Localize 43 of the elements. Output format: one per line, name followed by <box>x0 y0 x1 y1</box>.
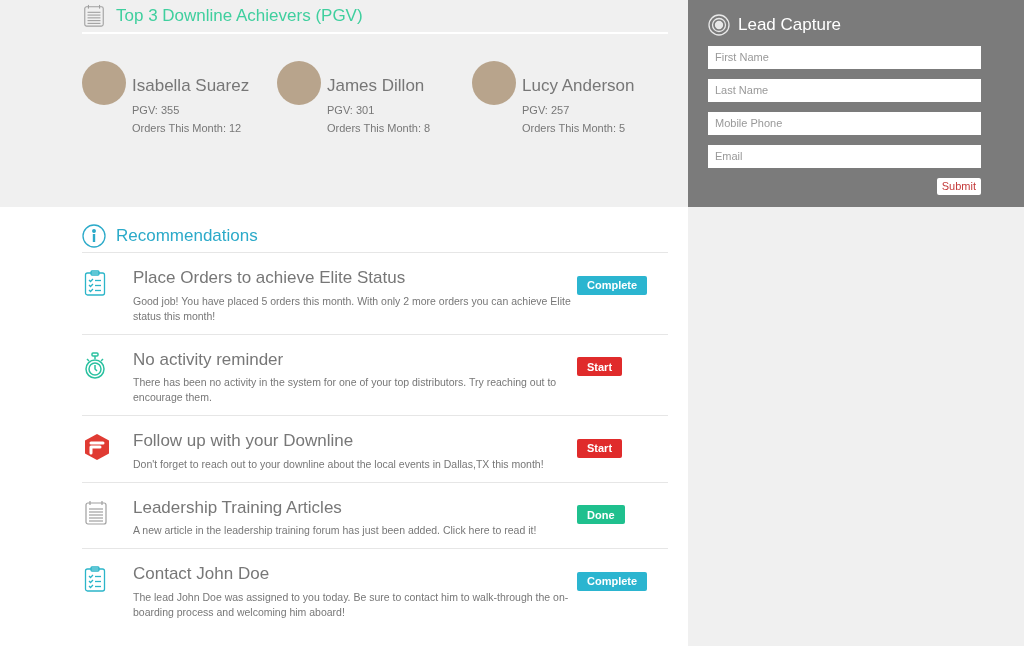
status-button[interactable]: Complete <box>577 275 648 295</box>
recommendation-text: There has been no activity in the system for one of your top distributors. Try reaching out to encourage them. <box>133 375 558 405</box>
input-field[interactable]: Email <box>708 144 981 168</box>
section-title: Recommendations <box>116 224 258 247</box>
input-field[interactable]: First Name <box>708 45 981 69</box>
info-icon <box>82 223 106 248</box>
recommendation-text: Good job! You have placed 5 orders this month. With only 2 more orders you can achieve Elite status this month! <box>133 293 572 324</box>
pgv-value: PGV: 301 <box>327 102 376 118</box>
recommendation-title: No activity reminder <box>133 348 285 371</box>
status-button[interactable]: Start <box>577 438 623 458</box>
orders-count: Orders This Month: 12 <box>132 121 243 136</box>
recommendation-title: Follow up with your Downline <box>133 430 355 452</box>
notepad-icon <box>84 499 108 526</box>
status-button[interactable]: Complete <box>577 571 648 591</box>
avatar <box>472 61 516 105</box>
orders-count: Orders This Month: 5 <box>522 121 627 136</box>
status-button[interactable]: Start <box>577 357 623 377</box>
target-icon <box>708 13 730 36</box>
recommendation-text: The lead John Doe was assigned to you today. Be sure to contact him to walk-through the on-boarding process and welcoming him aboard! <box>133 589 570 620</box>
achiever-name: Isabella Suarez <box>132 75 250 97</box>
avatar <box>277 61 321 105</box>
recommendation-title: Contact John Doe <box>133 563 271 585</box>
submit-button[interactable]: Submit <box>936 177 981 195</box>
status-button[interactable]: Done <box>577 505 625 525</box>
recommendation-text: A new article in the leadership training forum has just been added. Click here to read it! <box>133 523 538 538</box>
input-field[interactable]: Last Name <box>708 78 981 102</box>
hexagon-logo-icon <box>84 433 110 461</box>
pgv-value: PGV: 257 <box>522 102 571 118</box>
clipboard-icon <box>84 270 106 296</box>
pgv-value: PGV: 355 <box>132 102 181 118</box>
clipboard-icon <box>84 566 106 592</box>
input-field[interactable]: Mobile Phone <box>708 111 981 135</box>
achiever-name: Lucy Anderson <box>522 75 635 97</box>
notepad-icon <box>82 4 106 28</box>
panel-title: Lead Capture <box>738 14 842 36</box>
section-title: Top 3 Downline Achievers (PGV) <box>116 5 363 28</box>
stopwatch-icon <box>84 351 106 380</box>
orders-count: Orders This Month: 8 <box>327 121 431 136</box>
recommendation-text: Don't forget to reach out to your downline about the local events in Dallas,TX this month! <box>133 456 545 472</box>
achiever-name: James Dillon <box>327 75 426 97</box>
avatar <box>82 61 126 105</box>
recommendation-title: Place Orders to achieve Elite Status <box>133 267 407 289</box>
recommendation-title: Leadership Training Articles <box>133 496 343 519</box>
